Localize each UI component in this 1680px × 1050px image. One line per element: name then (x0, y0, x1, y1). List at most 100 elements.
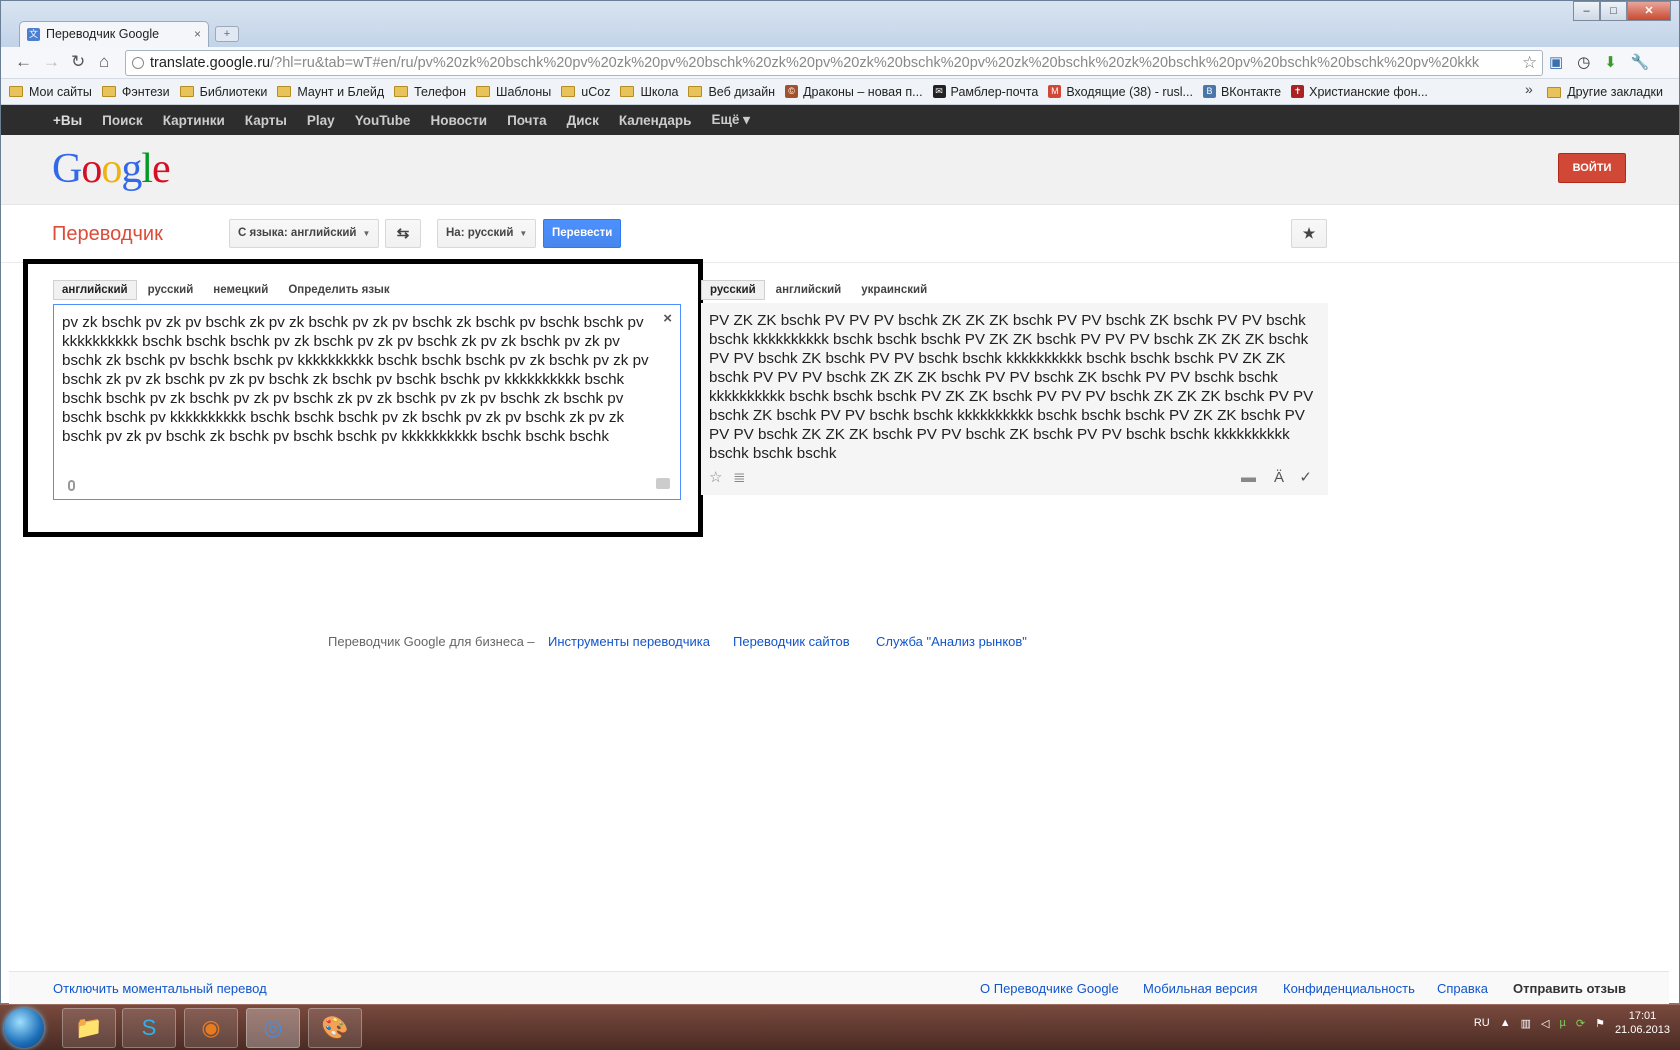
gbar-item[interactable]: +Вы (53, 113, 82, 128)
reload-icon[interactable]: ↻ (71, 52, 85, 72)
translation-result: PV ZK ZK bschk PV PV PV bschk ZK ZK ZK b… (701, 303, 1328, 495)
about-link[interactable]: О Переводчике Google (980, 981, 1119, 996)
maximize-button[interactable]: □ (1600, 1, 1627, 21)
source-language-select[interactable]: С языка: английский ▼ (229, 219, 380, 248)
bookmark-folder[interactable]: Библиотеки (179, 85, 267, 99)
source-lang-tab[interactable]: русский (139, 280, 203, 300)
login-button[interactable]: ВОЙТИ (1558, 153, 1626, 183)
bookmark-label: Драконы – новая п... (803, 84, 923, 99)
target-lang-tab[interactable]: украинский (852, 280, 936, 300)
bookmark-folder[interactable]: Мои сайты (9, 85, 92, 99)
update-icon[interactable]: ⟳ (1576, 1017, 1585, 1030)
gbar-item[interactable]: Поиск (102, 113, 143, 128)
help-link[interactable]: Справка (1437, 981, 1488, 996)
input-language[interactable]: RU (1474, 1017, 1490, 1029)
chrome-icon[interactable]: ◎ (246, 1008, 300, 1048)
mobile-link[interactable]: Мобильная версия (1143, 981, 1257, 996)
browser-tab[interactable]: 文 Переводчик Google × (19, 21, 209, 47)
bookmark-item[interactable]: © Драконы – новая п... (785, 84, 923, 99)
bookmark-label: Христианские фон... (1309, 84, 1428, 99)
utorrent-icon[interactable]: µ (1560, 1017, 1566, 1029)
bookmark-item[interactable]: ✉ Рамблер-почта (932, 85, 1038, 99)
translate-button[interactable]: Перевести (543, 219, 621, 248)
extension-icon[interactable]: ▣ (1549, 53, 1563, 71)
source-lang-tab[interactable]: Определить язык (279, 280, 398, 300)
disable-instant-link[interactable]: Отключить моментальный перевод (53, 981, 267, 996)
clock[interactable]: 17:01 21.06.2013 (1615, 1009, 1670, 1037)
folder-icon (475, 86, 490, 97)
new-tab-button[interactable]: + (215, 26, 239, 42)
date: 21.06.2013 (1614, 1024, 1670, 1036)
download-extension-icon[interactable]: ⬇ (1604, 53, 1617, 71)
gbar-item[interactable]: Почта (507, 113, 547, 128)
network-icon[interactable]: ▥ (1521, 1017, 1531, 1030)
privacy-link[interactable]: Конфиденциальность (1283, 981, 1415, 996)
check-icon[interactable]: ✓ (1299, 468, 1312, 487)
star-icon[interactable]: ☆ (709, 468, 722, 487)
start-button[interactable] (4, 1008, 44, 1048)
bookmark-item[interactable]: M Входящие (38) - rusl... (1048, 85, 1193, 99)
bookmark-folder[interactable]: Шаблоны (475, 85, 551, 99)
bookmark-folder[interactable]: Школа (620, 85, 678, 99)
firefox-icon[interactable]: ◉ (184, 1008, 238, 1048)
wrench-icon[interactable]: 🔧 (1631, 53, 1650, 71)
forward-icon[interactable]: → (43, 52, 60, 72)
market-analysis-link[interactable]: Служба "Анализ рынков" (876, 634, 1027, 649)
address-bar[interactable]: translate.google.ru/?hl=ru&tab=wT#en/ru/… (125, 50, 1543, 76)
folder-icon (101, 86, 116, 97)
list-icon[interactable]: ≣ (733, 468, 746, 487)
gbar-item[interactable]: Карты (245, 113, 287, 128)
skype-icon[interactable]: S (122, 1008, 176, 1048)
back-icon[interactable]: ← (15, 52, 32, 72)
bookmark-item[interactable]: ✝ Христианские фон... (1291, 85, 1428, 99)
source-text-input[interactable]: pv zk bschk pv zk pv bschk zk pv zk bsch… (53, 304, 681, 500)
comment-icon[interactable] (656, 478, 670, 489)
microphone-icon[interactable] (68, 480, 75, 491)
source-lang-tab[interactable]: немецкий (204, 280, 277, 300)
page-info-icon[interactable] (132, 57, 144, 69)
bookmark-star-icon[interactable]: ☆ (1522, 53, 1537, 73)
gbar-item[interactable]: Календарь (619, 113, 692, 128)
bookmark-folder[interactable]: uCoz (561, 85, 610, 99)
target-language-select[interactable]: На: русский ▼ (437, 219, 537, 248)
bookmark-folder[interactable]: Телефон (394, 85, 466, 99)
site-favicon-icon: © (785, 85, 799, 98)
website-translator-link[interactable]: Переводчик сайтов (733, 634, 850, 649)
minimize-button[interactable]: – (1573, 1, 1600, 21)
explorer-icon[interactable]: 📁 (62, 1008, 116, 1048)
bookmark-folder[interactable]: Веб дизайн (688, 85, 775, 99)
action-center-icon[interactable]: ⚑ (1595, 1017, 1605, 1030)
home-icon[interactable]: ⌂ (99, 52, 109, 72)
extension-icons: ▣ ◷ ⬇ 🔧 (1549, 53, 1650, 71)
clock-extension-icon[interactable]: ◷ (1577, 53, 1590, 71)
volume-icon[interactable]: ◁ (1541, 1017, 1549, 1030)
comment-icon[interactable]: ▬ (1241, 468, 1256, 487)
target-lang-tab[interactable]: русский (701, 280, 765, 300)
bookmark-folder[interactable]: Маунт и Блейд (277, 85, 384, 99)
swap-languages-button[interactable]: ⇆ (385, 219, 421, 248)
gbar-item[interactable]: Ещё ▾ (711, 112, 749, 128)
bookmarks-overflow-icon[interactable]: » (1525, 81, 1533, 97)
font-transliteration-icon[interactable]: Ä (1274, 468, 1284, 487)
tab-close-icon[interactable]: × (194, 27, 201, 41)
send-feedback-link[interactable]: Отправить отзыв (1513, 981, 1626, 996)
source-lang-tab[interactable]: английский (53, 280, 137, 300)
google-logo[interactable]: Google (52, 145, 171, 193)
tray-expand-icon[interactable]: ▲ (1500, 1017, 1511, 1029)
clear-icon[interactable]: × (663, 309, 672, 328)
gbar-item[interactable]: Картинки (163, 113, 225, 128)
gbar-item[interactable]: YouTube (355, 113, 411, 128)
bookmark-folder[interactable]: Фэнтези (101, 85, 170, 99)
other-bookmarks[interactable]: Другие закладки (1547, 85, 1663, 99)
tab-title: Переводчик Google (46, 27, 160, 41)
gbar-item[interactable]: Диск (567, 113, 599, 128)
close-window-button[interactable]: ✕ (1627, 1, 1671, 21)
paint-icon[interactable]: 🎨 (308, 1008, 362, 1048)
gbar-item[interactable]: Новости (430, 113, 487, 128)
tools-link[interactable]: Инструменты переводчика (548, 634, 710, 649)
folder-icon (277, 86, 292, 97)
bookmark-item[interactable]: B ВКонтакте (1202, 85, 1281, 99)
phrasebook-icon[interactable]: ★ (1291, 219, 1327, 248)
gbar-item[interactable]: Play (307, 113, 335, 128)
target-lang-tab[interactable]: английский (767, 280, 851, 300)
